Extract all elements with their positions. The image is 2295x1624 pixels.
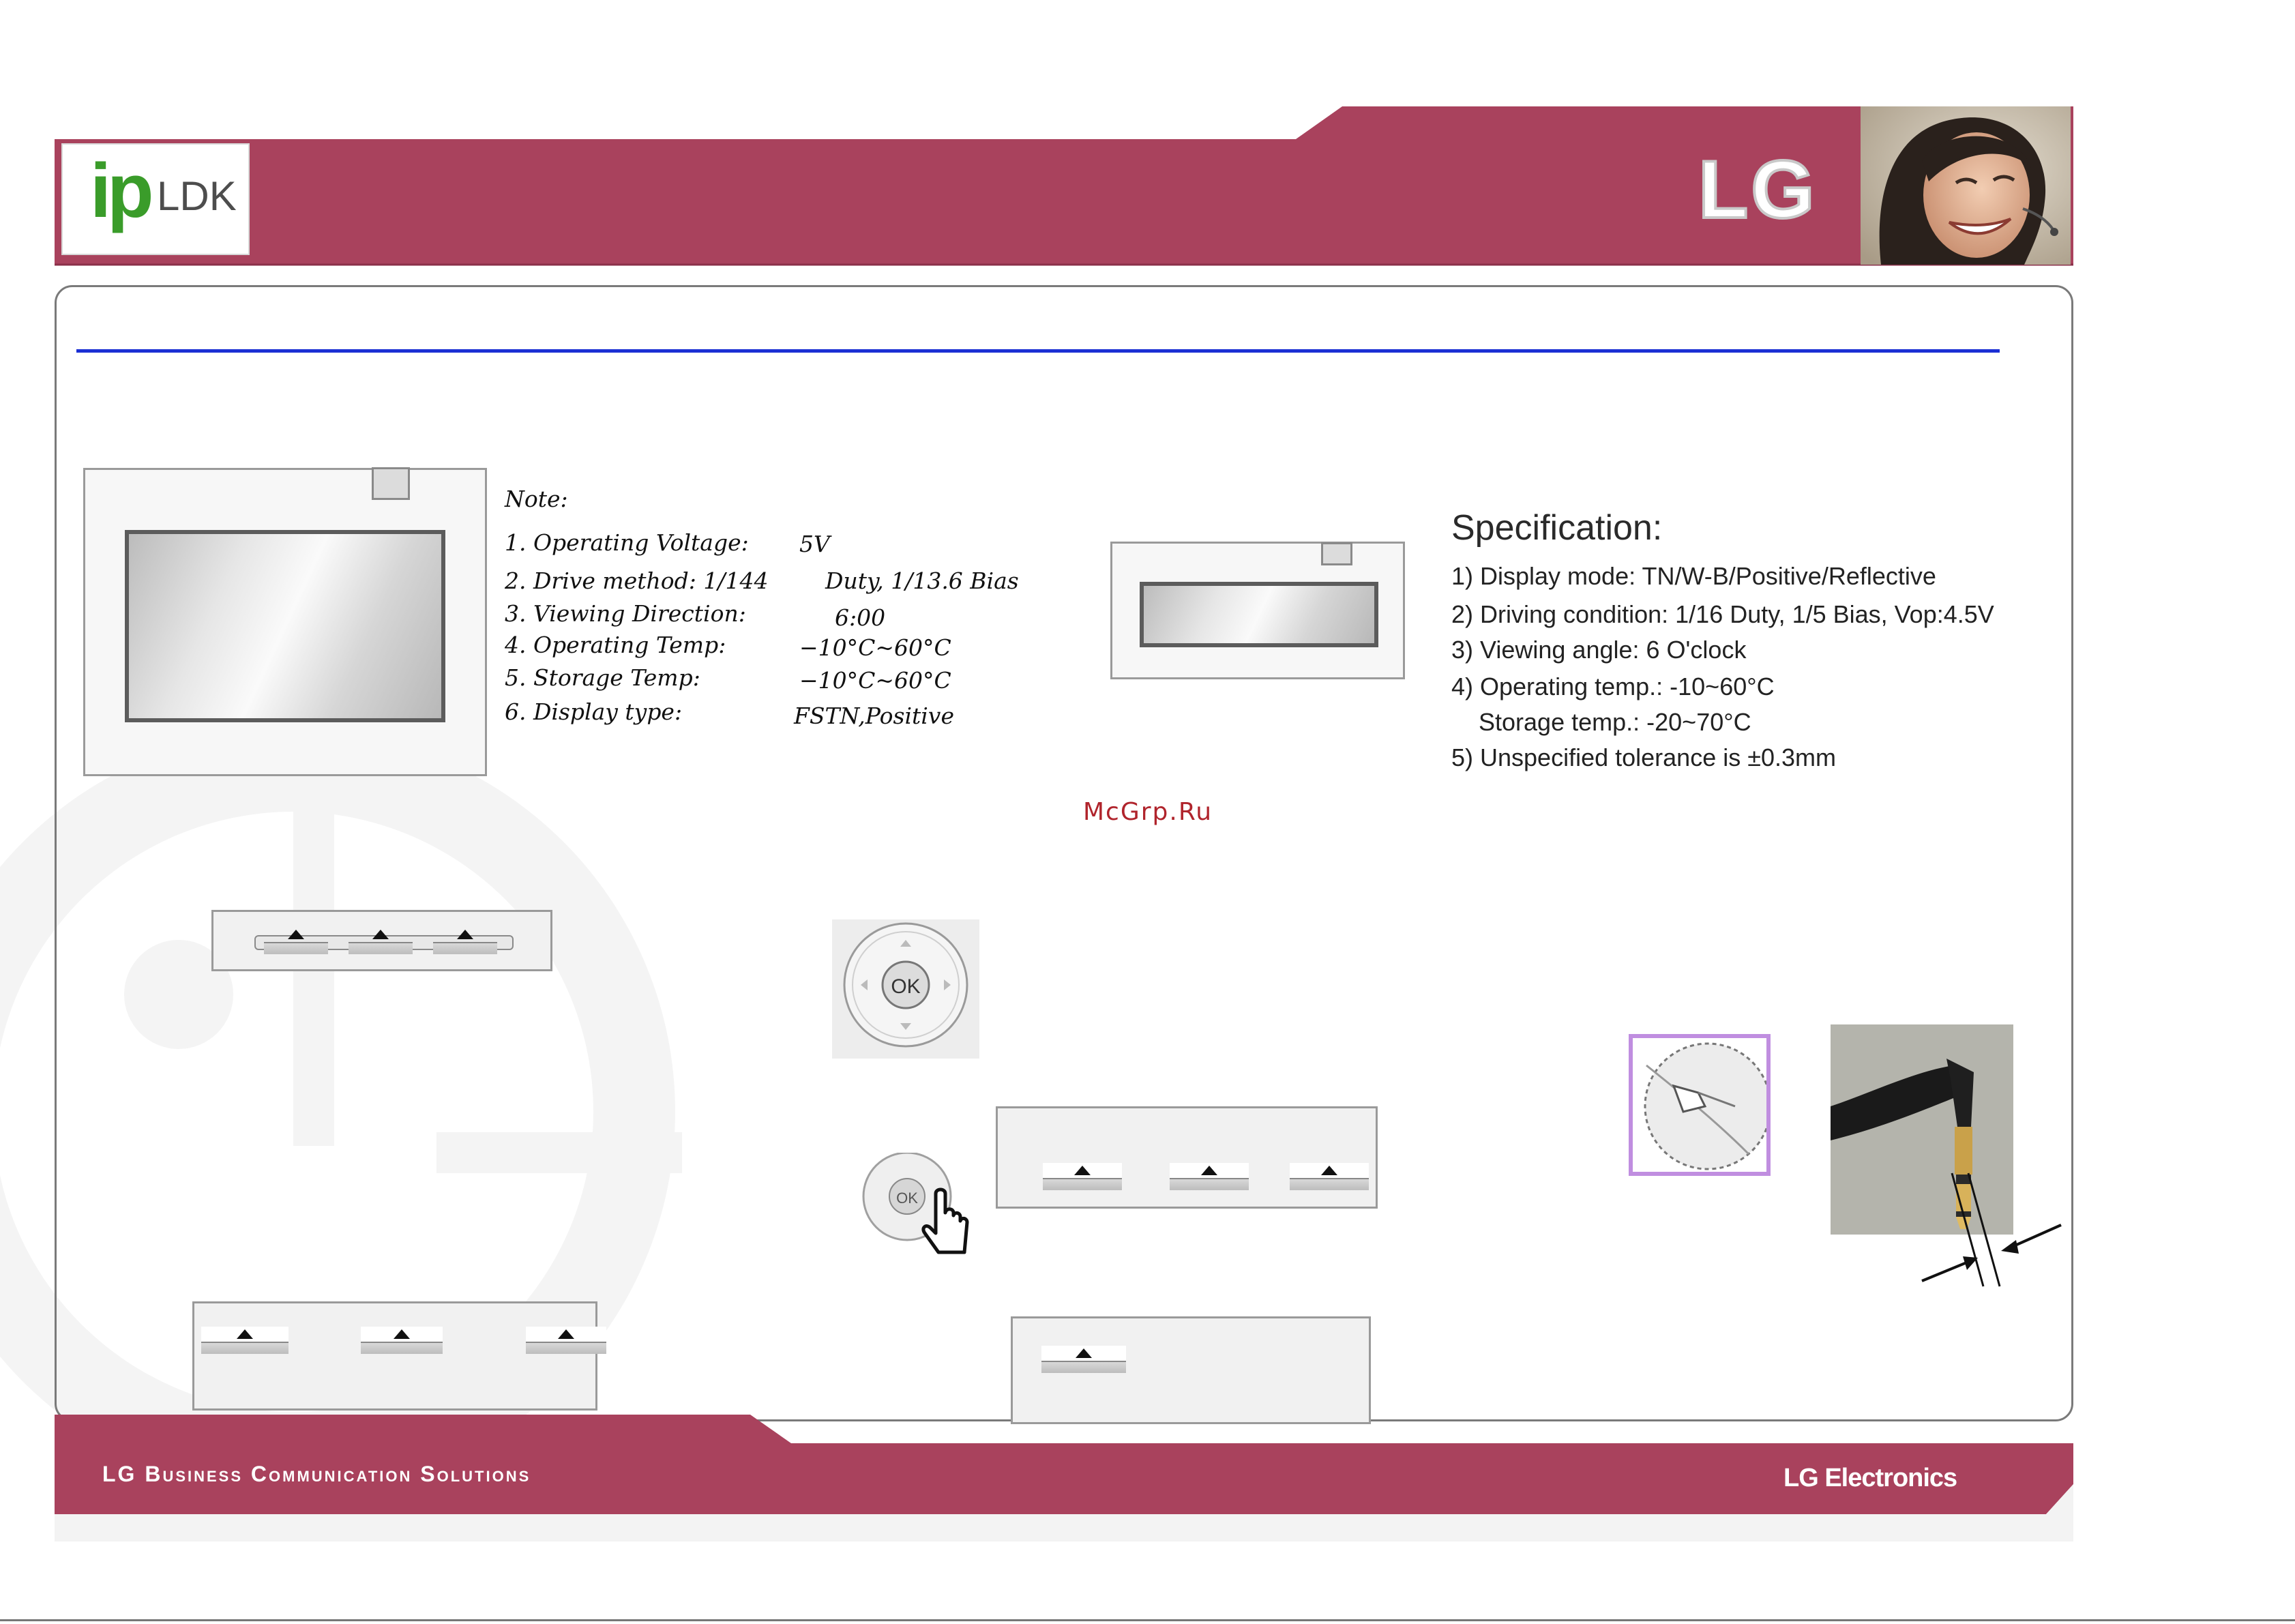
footer-right-text: LG Electronics <box>1783 1464 1957 1492</box>
soft-key-panel2-1 <box>1043 1163 1122 1190</box>
note-item-3-label: 3. Viewing Direction: <box>505 600 746 627</box>
lcd-screen-large <box>125 530 445 722</box>
soft-key-panel-3 <box>192 1301 606 1411</box>
note-item-5-value: −10°C~60°C <box>799 667 951 694</box>
note-item-4-value: −10°C~60°C <box>799 634 951 661</box>
jack-closeup-frame <box>1629 1034 1772 1176</box>
lcd-screen-small <box>1140 582 1378 647</box>
soft-key-panel3-2 <box>361 1327 443 1354</box>
lcd-connector-tab-small <box>1321 542 1352 565</box>
note-item-2-value: Duty, 1/13.6 Bias <box>825 567 1019 594</box>
logo-ldk-text: LDK <box>157 173 237 219</box>
lcd-connector-tab <box>372 467 410 500</box>
spec-item-4b: Storage temp.: -20~70°C <box>1451 708 1751 736</box>
note-item-1-value: 5V <box>799 531 830 557</box>
soft-key-2 <box>349 927 413 954</box>
spec-item-2: 2) Driving condition: 1/16 Duty, 1/5 Bia… <box>1451 600 1994 628</box>
soft-key-3 <box>433 927 497 954</box>
spec-item-4: 4) Operating temp.: -10~60°C <box>1451 673 1775 700</box>
watermark-text: McGrp.Ru <box>1083 798 1213 826</box>
note-item-2-label: 2. Drive method: 1/144 <box>505 567 769 594</box>
footer-left-text: LG Business Communication Solutions <box>102 1462 531 1486</box>
nav-ok-label: OK <box>891 975 920 998</box>
navigation-key-image: OK <box>832 919 979 1059</box>
note-item-6-label: 6. Display type: <box>505 698 683 725</box>
header-photo <box>1861 106 2071 265</box>
soft-key-panel2-3 <box>1290 1163 1369 1190</box>
soft-key-panel-2 <box>996 1106 1378 1209</box>
lcd-module-small <box>1110 542 1405 679</box>
logo-ip-text: ip <box>90 148 153 233</box>
note-item-5-label: 5. Storage Temp: <box>505 664 700 691</box>
soft-key-panel4-1 <box>1041 1346 1126 1373</box>
note-item-1-label: 1. Operating Voltage: <box>505 529 749 556</box>
dimension-arrows <box>1921 1172 2062 1287</box>
content-frame <box>55 285 2073 1421</box>
note-heading: Note: <box>505 486 568 512</box>
soft-key-panel3-3 <box>526 1327 606 1354</box>
bottom-rule <box>0 1619 2295 1621</box>
note-item-3-value: 6:00 <box>835 604 886 631</box>
title-underline <box>76 349 2000 353</box>
soft-key-strip-1 <box>211 910 552 971</box>
woman-portrait-image <box>1861 106 2071 265</box>
iplDK-logo: ip LDK <box>61 143 250 255</box>
spec-title: Specification: <box>1451 508 1663 548</box>
note-item-4-label: 4. Operating Temp: <box>505 632 726 658</box>
soft-key-panel2-2 <box>1170 1163 1249 1190</box>
soft-key-panel3-1 <box>201 1327 288 1354</box>
spec-item-5: 5) Unspecified tolerance is ±0.3mm <box>1451 743 1836 771</box>
note-item-6-value: FSTN,Positive <box>794 703 954 729</box>
lg-brand-mark: LG <box>1697 144 1818 235</box>
spec-item-1: 1) Display mode: TN/W-B/Positive/Reflect… <box>1451 562 1936 590</box>
soft-key-1 <box>264 927 328 954</box>
lcd-module-large <box>83 467 487 776</box>
navigation-key-small: OK <box>862 1151 985 1269</box>
nav-small-ok-label: OK <box>896 1190 918 1207</box>
spec-item-3: 3) Viewing angle: 6 O'clock <box>1451 636 1747 664</box>
